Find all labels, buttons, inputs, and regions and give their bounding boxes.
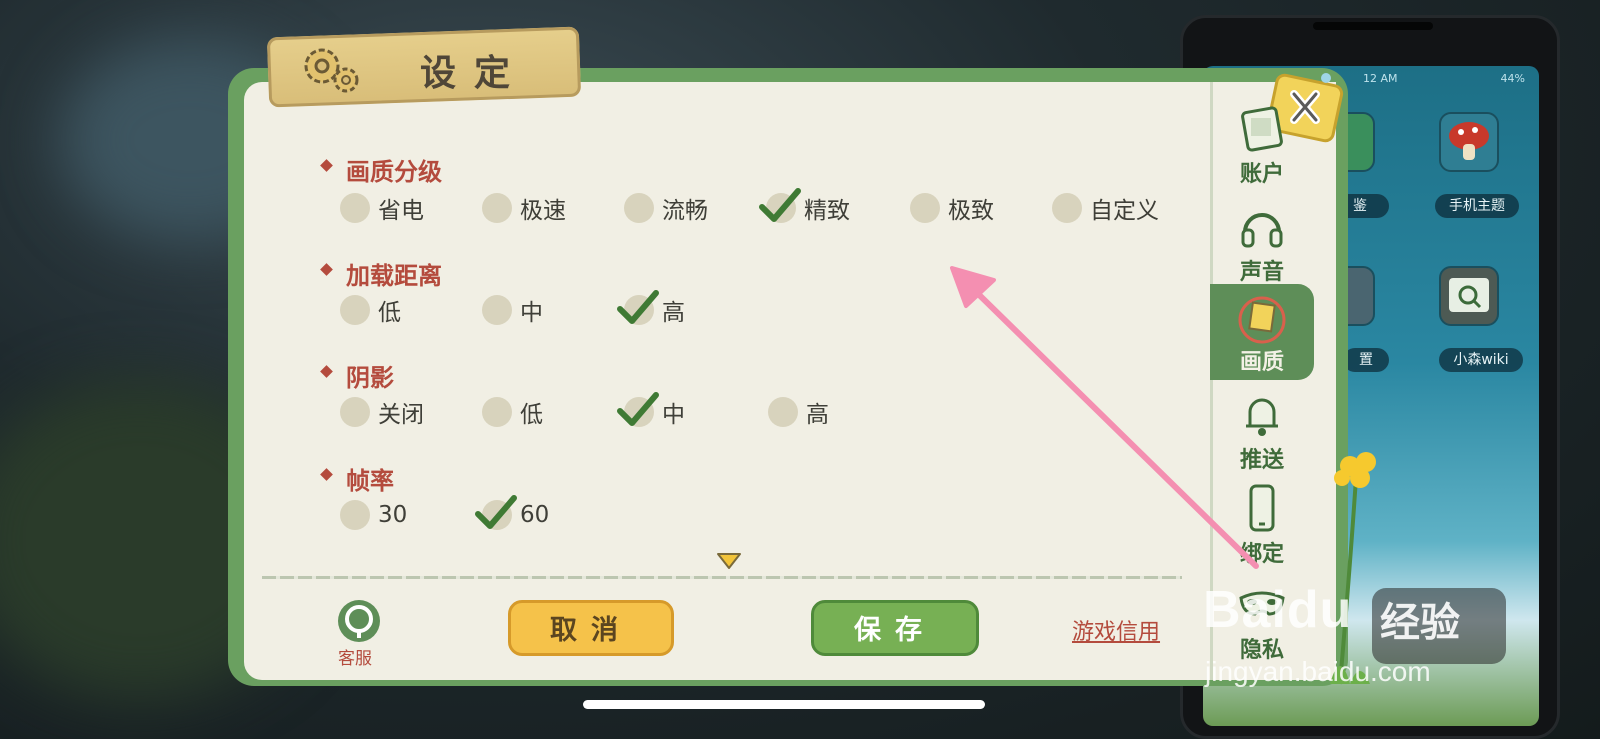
sidebar-label: 画质 — [1239, 350, 1284, 375]
watermark-experience: 经验 — [1380, 600, 1460, 646]
checkmark-icon — [475, 495, 517, 529]
option-quality-refined[interactable]: 精致 — [759, 188, 850, 226]
option-label: 低 — [378, 300, 401, 326]
option-label: 极速 — [520, 198, 566, 224]
divider — [262, 576, 1182, 579]
radio-button-selected[interactable] — [617, 392, 659, 427]
option-label: 关闭 — [378, 402, 424, 428]
option-shadow-off[interactable]: 关闭 — [340, 394, 424, 430]
option-label: 高 — [662, 300, 685, 326]
app-label: 小森wiki — [1439, 348, 1523, 372]
radio-button[interactable] — [1052, 193, 1082, 223]
watermark-url: jingyan.baidu.com — [1205, 656, 1431, 687]
radio-button[interactable] — [340, 397, 370, 427]
app-label: 置 — [1343, 348, 1389, 372]
game-credit-link[interactable]: 游戏信用 — [1072, 614, 1160, 646]
option-quality-power-saving[interactable]: 省电 — [340, 190, 424, 226]
save-button[interactable]: 保存 — [811, 600, 979, 656]
sidebar-label: 绑定 — [1239, 542, 1284, 567]
option-distance-medium[interactable]: 中 — [482, 292, 543, 328]
option-shadow-low[interactable]: 低 — [482, 394, 543, 430]
headphones-icon — [1241, 213, 1283, 248]
radio-button-selected[interactable] — [617, 290, 659, 325]
option-shadow-high[interactable]: 高 — [768, 394, 829, 430]
option-quality-custom[interactable]: 自定义 — [1052, 190, 1159, 226]
section-title-load-distance: 加载距离 — [346, 262, 442, 290]
option-label: 省电 — [378, 198, 424, 224]
option-shadow-medium[interactable]: 中 — [617, 392, 685, 430]
option-label: 低 — [520, 402, 543, 428]
radio-button[interactable] — [340, 295, 370, 325]
option-label: 30 — [378, 502, 408, 528]
home-indicator[interactable] — [583, 700, 985, 709]
phone-notch — [1313, 22, 1433, 30]
option-fps-30[interactable]: 30 — [340, 497, 407, 533]
dialog-title: 设定 — [420, 53, 529, 94]
sidebar-label: 声音 — [1239, 260, 1284, 285]
gear-icon — [304, 48, 359, 93]
option-label: 中 — [662, 402, 685, 428]
section-title-shadow: 阴影 — [346, 364, 394, 392]
bell-icon — [1246, 398, 1278, 436]
option-label: 高 — [806, 402, 829, 428]
checkmark-icon — [759, 188, 801, 222]
option-quality-ultimate[interactable]: 极致 — [910, 190, 994, 226]
option-quality-fast[interactable]: 极速 — [482, 190, 566, 226]
checkmark-icon — [617, 392, 659, 426]
checkmark-icon — [617, 290, 659, 324]
radio-button[interactable] — [768, 397, 798, 427]
sidebar-item-picture-quality[interactable]: 画质 — [1210, 284, 1314, 380]
sidebar-label: 推送 — [1239, 448, 1284, 473]
option-label: 中 — [520, 300, 543, 326]
sidebar-item-bind[interactable]: 绑定 — [1210, 482, 1314, 568]
picture-quality-icon — [1238, 296, 1286, 344]
radio-button[interactable] — [624, 193, 654, 223]
section-title-frame-rate: 帧率 — [346, 467, 394, 495]
option-fps-60[interactable]: 60 — [475, 495, 550, 533]
watermark-brand: Baidu — [1203, 581, 1353, 639]
sidebar-item-push[interactable]: 推送 — [1210, 388, 1314, 474]
option-label: 60 — [520, 502, 550, 528]
radio-button-selected[interactable] — [759, 188, 801, 223]
option-label: 流畅 — [662, 198, 708, 224]
option-quality-smooth[interactable]: 流畅 — [624, 190, 708, 226]
status-battery: 44% — [1500, 72, 1525, 85]
radio-button-selected[interactable] — [475, 495, 517, 530]
radio-button[interactable] — [482, 295, 512, 325]
radio-button[interactable] — [482, 397, 512, 427]
wiki-app-icon[interactable] — [1439, 266, 1499, 326]
radio-button[interactable] — [482, 193, 512, 223]
option-label: 极致 — [948, 198, 994, 224]
cancel-button[interactable]: 取消 — [508, 600, 674, 656]
option-distance-high[interactable]: 高 — [617, 290, 685, 328]
option-label: 精致 — [804, 198, 850, 224]
status-time: 12 AM — [1363, 72, 1398, 85]
radio-button[interactable] — [910, 193, 940, 223]
customer-service-icon[interactable] — [336, 598, 382, 644]
app-label: 手机主题 — [1435, 194, 1519, 218]
customer-service-label[interactable]: 客服 — [338, 644, 372, 669]
account-card-icon — [1241, 106, 1283, 152]
sidebar-item-account[interactable]: 账户 — [1210, 102, 1314, 188]
radio-button[interactable] — [340, 193, 370, 223]
section-title-quality-level: 画质分级 — [346, 158, 442, 186]
sidebar-item-sound[interactable]: 声音 — [1210, 200, 1314, 286]
option-label: 自定义 — [1090, 198, 1159, 224]
phone-icon — [1249, 484, 1275, 532]
sidebar-label: 账户 — [1239, 162, 1284, 187]
scroll-down-icon[interactable] — [716, 552, 742, 570]
option-distance-low[interactable]: 低 — [340, 292, 401, 328]
mushroom-app-icon[interactable] — [1439, 112, 1499, 172]
radio-button[interactable] — [340, 500, 370, 530]
